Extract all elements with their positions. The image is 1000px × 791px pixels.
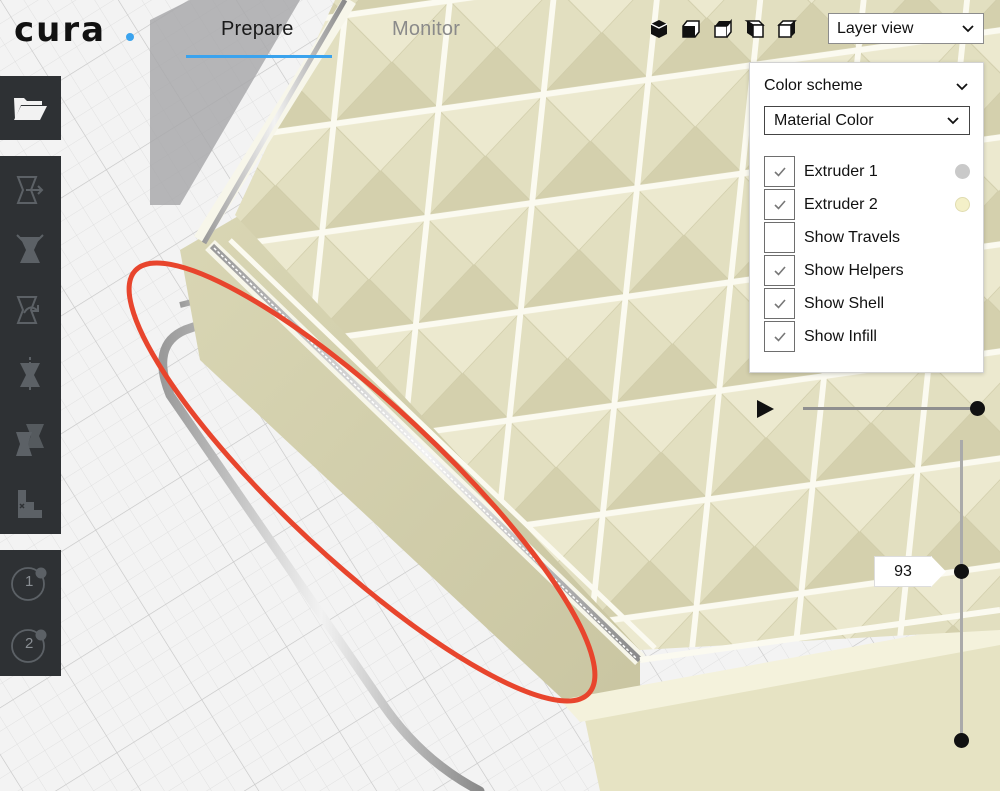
path-slider-track[interactable] — [803, 407, 978, 410]
extruder-1-toggle[interactable]: Extruder 1 — [764, 156, 970, 187]
tab-prepare[interactable]: Prepare — [221, 18, 294, 41]
show-helpers-toggle[interactable]: Show Helpers — [764, 255, 970, 286]
color-scheme-value: Material Color — [774, 111, 874, 129]
layer-pointer-icon — [931, 556, 946, 587]
extruder-1-button[interactable]: 1 — [8, 560, 52, 604]
current-layer-input[interactable]: 93 — [874, 556, 932, 587]
svg-text:cura: cura — [14, 12, 106, 46]
checkbox[interactable] — [764, 189, 795, 220]
tab-monitor[interactable]: Monitor — [392, 18, 460, 41]
view-mode-value: Layer view — [837, 19, 914, 37]
extruder-2-toggle[interactable]: Extruder 2 — [764, 189, 970, 220]
open-file-button[interactable] — [8, 86, 52, 130]
per-model-settings-button[interactable] — [8, 418, 52, 462]
scale-tool-icon — [16, 234, 44, 263]
left-view-icon[interactable] — [744, 18, 766, 40]
show-travels-label: Show Travels — [804, 229, 901, 246]
cura-logo: cura — [14, 12, 134, 46]
checkbox[interactable] — [764, 321, 795, 352]
chevron-down-icon — [962, 25, 974, 33]
checkbox[interactable] — [764, 222, 795, 253]
check-icon — [774, 167, 786, 177]
layer-slider-lower-handle[interactable] — [954, 733, 969, 748]
show-infill-label: Show Infill — [804, 328, 877, 345]
extruder-1-label: 1 — [25, 573, 34, 590]
checkbox[interactable] — [764, 255, 795, 286]
checkbox[interactable] — [764, 288, 795, 319]
rotate-tool-icon — [16, 296, 39, 324]
extruder-2-color-swatch — [955, 197, 970, 212]
extruder-2-label: 2 — [25, 635, 34, 652]
view-mode-dropdown[interactable]: Layer view — [828, 13, 984, 44]
rotate-tool-button[interactable] — [8, 288, 52, 332]
top-view-icon[interactable] — [712, 18, 734, 40]
per-model-settings-icon — [16, 424, 44, 456]
check-icon — [774, 299, 786, 309]
tool-panel — [0, 156, 61, 534]
show-travels-toggle[interactable]: Show Travels — [764, 222, 970, 253]
extruder-2-button[interactable]: 2 — [8, 622, 52, 666]
right-view-icon[interactable] — [776, 18, 798, 40]
mirror-tool-button[interactable] — [8, 352, 52, 396]
checkbox[interactable] — [764, 156, 795, 187]
scale-tool-button[interactable] — [8, 228, 52, 272]
support-blocker-button[interactable] — [8, 482, 52, 526]
chevron-down-icon — [947, 117, 959, 125]
color-scheme-title: Color scheme — [764, 77, 863, 94]
show-shell-label: Show Shell — [804, 295, 885, 312]
move-tool-button[interactable] — [8, 168, 52, 212]
move-tool-icon — [16, 176, 44, 204]
layer-slider-track[interactable] — [960, 440, 963, 740]
extruder-panel: 1 2 — [0, 550, 61, 676]
extruder-1-color-swatch — [955, 164, 970, 179]
extruder-2-label: Extruder 2 — [804, 196, 878, 213]
front-view-icon[interactable] — [680, 18, 702, 40]
camera-view-buttons — [648, 18, 798, 40]
layer-view-panel: Color scheme Material Color Extruder 1 E… — [749, 62, 984, 373]
mirror-tool-icon — [20, 357, 40, 391]
show-shell-toggle[interactable]: Show Shell — [764, 288, 970, 319]
3d-view-icon[interactable] — [648, 18, 670, 40]
show-infill-toggle[interactable]: Show Infill — [764, 321, 970, 352]
extruder-1-label: Extruder 1 — [804, 163, 878, 180]
check-icon — [774, 332, 786, 342]
path-slider-handle[interactable] — [970, 401, 985, 416]
support-blocker-icon — [18, 490, 42, 518]
color-scheme-dropdown[interactable]: Material Color — [764, 106, 970, 135]
check-icon — [774, 200, 786, 210]
show-helpers-label: Show Helpers — [804, 262, 904, 279]
play-simulation-icon[interactable] — [755, 399, 775, 419]
collapse-chevron-icon[interactable] — [955, 81, 969, 93]
check-icon — [774, 266, 786, 276]
folder-open-icon — [14, 98, 47, 120]
active-tab-indicator — [186, 55, 332, 58]
layer-slider-upper-handle[interactable] — [954, 564, 969, 579]
open-file-panel — [0, 76, 61, 140]
